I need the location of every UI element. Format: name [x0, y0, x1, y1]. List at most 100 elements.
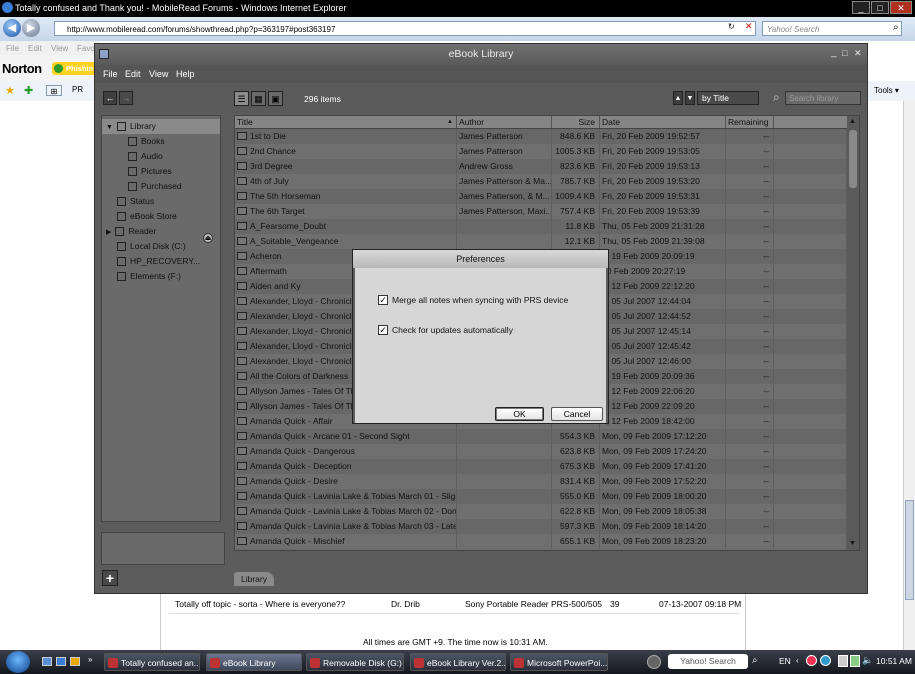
- cancel-button[interactable]: Cancel: [551, 407, 603, 421]
- ie-menu-file[interactable]: File: [6, 44, 19, 53]
- quick-launch-more-icon[interactable]: »: [88, 655, 92, 664]
- sort-select[interactable]: by Title: [697, 91, 759, 105]
- sidebar-item[interactable]: ▼ Library: [102, 119, 220, 134]
- taskbar-button[interactable]: Removable Disk (G:): [306, 653, 404, 671]
- library-maximize-button[interactable]: □: [842, 48, 847, 58]
- thread-author[interactable]: Dr. Drib: [391, 599, 420, 609]
- sidebar-item[interactable]: HP_RECOVERY...: [102, 254, 220, 269]
- table-row[interactable]: Amanda Quick - Mischief 655.1 KB Mon, 09 F…: [235, 534, 847, 549]
- forward-icon[interactable]: ▶: [22, 19, 40, 37]
- column-header-date[interactable]: Date: [600, 116, 726, 128]
- table-row[interactable]: 1st to Die James Patterson 848.6 KB Fri, 20…: [235, 129, 847, 144]
- sidebar-item[interactable]: Local Disk (C:): [102, 239, 220, 254]
- table-row[interactable]: Amanda Quick - Lavinia Lake & Tobias Mar…: [235, 489, 847, 504]
- sidebar-item[interactable]: Books: [102, 134, 220, 149]
- taskbar-button[interactable]: Totally confused an...: [104, 653, 200, 671]
- add-favorite-icon[interactable]: ✚: [24, 84, 33, 97]
- tray-security-icon[interactable]: [806, 655, 817, 666]
- check-updates-checkbox[interactable]: ✓: [378, 325, 388, 335]
- table-row[interactable]: The 5th Horseman James Patterson, & M... 1…: [235, 189, 847, 204]
- tab-library[interactable]: Library: [234, 572, 274, 586]
- close-button[interactable]: ✕: [890, 1, 912, 14]
- sidebar-item[interactable]: Status: [102, 194, 220, 209]
- library-close-button[interactable]: ✕: [854, 48, 862, 59]
- url-field[interactable]: http://www.mobileread.com/forums/showthr…: [54, 21, 756, 36]
- sidebar-item[interactable]: Pictures: [102, 164, 220, 179]
- thread-forum[interactable]: Sony Portable Reader PRS-500/505: [465, 599, 602, 609]
- ie-menu-view[interactable]: View: [51, 44, 68, 53]
- column-header-size[interactable]: Size: [552, 116, 600, 128]
- sidebar-item[interactable]: eBook Store: [102, 209, 220, 224]
- table-row[interactable]: 3rd Degree Andrew Gross 823.6 KB Fri, 20 Fe…: [235, 159, 847, 174]
- ie-page-scrollbar[interactable]: [903, 101, 915, 650]
- tray-expand-icon[interactable]: ‹: [796, 656, 799, 665]
- table-row[interactable]: Amanda Quick - Lavinia Lake & Tobias Mar…: [235, 519, 847, 534]
- ie-scroll-thumb[interactable]: [905, 500, 914, 600]
- grid-view-icon[interactable]: ▦: [251, 91, 266, 106]
- table-scroll-thumb[interactable]: [849, 130, 857, 188]
- table-scrollbar[interactable]: ▲ ▼: [847, 116, 859, 550]
- tabs-grid-icon[interactable]: ⊞: [46, 85, 62, 96]
- library-minimize-button[interactable]: _: [831, 47, 837, 58]
- phishing-badge[interactable]: Phishin: [52, 62, 98, 75]
- cover-view-icon[interactable]: ▣: [268, 91, 283, 106]
- tray-network-icon[interactable]: [838, 655, 848, 667]
- forward-arrow-icon[interactable]: →: [119, 91, 133, 105]
- ok-button[interactable]: OK: [495, 407, 544, 421]
- taskbar-button[interactable]: eBook Library Ver.2....: [410, 653, 506, 671]
- table-row[interactable]: Totally off topic - sorta - Where is eve…: [169, 597, 741, 614]
- taskbar-button[interactable]: eBook Library: [206, 653, 302, 671]
- expand-right-icon[interactable]: ▶: [106, 229, 111, 236]
- web-search-icon[interactable]: ⌕: [893, 22, 899, 33]
- library-search-input[interactable]: Search library: [785, 91, 861, 105]
- ie-menu-favorites[interactable]: Favo: [77, 44, 95, 53]
- list-view-icon[interactable]: ☰: [234, 91, 249, 106]
- table-row[interactable]: 2nd Chance James Patterson 1005.3 KB Fri, 2…: [235, 144, 847, 159]
- table-row[interactable]: The 6th Target James Patterson, Maxi... 75…: [235, 204, 847, 219]
- sidebar-item[interactable]: Audio: [102, 149, 220, 164]
- favorites-star-icon[interactable]: ★: [5, 84, 15, 97]
- thread-title[interactable]: Totally off topic - sorta - Where is eve…: [175, 599, 345, 609]
- library-menu-view[interactable]: View: [149, 69, 168, 79]
- language-indicator[interactable]: EN: [779, 656, 791, 666]
- tray-sync-icon[interactable]: [820, 655, 831, 666]
- hp-icon[interactable]: [647, 655, 661, 669]
- taskbar-search-icon[interactable]: ⌕: [752, 655, 758, 666]
- scroll-up-icon[interactable]: ▲: [849, 118, 856, 125]
- table-row[interactable]: A_Fearsome_Doubt 11.8 KB Thu, 05 Feb 2009 …: [235, 219, 847, 234]
- column-header-remaining[interactable]: Remaining: [726, 116, 774, 128]
- add-collection-button[interactable]: +: [102, 570, 118, 586]
- taskbar-search-input[interactable]: Yahoo! Search: [668, 654, 748, 669]
- eject-icon[interactable]: ⏏: [203, 233, 213, 243]
- refresh-icon[interactable]: ↻: [728, 22, 735, 31]
- table-row[interactable]: Amanda Quick - Lavinia Lake & Tobias Mar…: [235, 504, 847, 519]
- favorite-link[interactable]: PR: [72, 85, 83, 94]
- sort-down-icon[interactable]: ▼: [685, 91, 695, 105]
- minimize-button[interactable]: _: [852, 1, 870, 14]
- back-arrow-icon[interactable]: ←: [103, 91, 117, 105]
- library-menu-help[interactable]: Help: [176, 69, 195, 79]
- sort-up-icon[interactable]: ▲: [673, 91, 683, 105]
- scroll-down-icon[interactable]: ▼: [849, 540, 856, 547]
- table-row[interactable]: A_Suitable_Vengeance 12.1 KB Thu, 05 Feb 2…: [235, 234, 847, 249]
- tray-battery-icon[interactable]: [850, 655, 860, 667]
- column-header-title[interactable]: Title ▲: [235, 116, 457, 128]
- library-menu-edit[interactable]: Edit: [125, 69, 141, 79]
- start-button[interactable]: [6, 651, 30, 673]
- table-row[interactable]: 4th of July James Patterson & Ma... 785.7 …: [235, 174, 847, 189]
- table-row[interactable]: Amanda Quick - Deception 675.3 KB Mon, 09 …: [235, 459, 847, 474]
- table-row[interactable]: Amanda Quick - Arcane 01 - Second Sight 5…: [235, 429, 847, 444]
- back-icon[interactable]: ◀: [3, 19, 21, 37]
- library-menu-file[interactable]: File: [103, 69, 118, 79]
- quick-launch-folder-icon[interactable]: [70, 657, 80, 666]
- sidebar-item[interactable]: Elements (F:): [102, 269, 220, 284]
- merge-notes-checkbox[interactable]: ✓: [378, 295, 388, 305]
- taskbar-button[interactable]: Microsoft PowerPoi...: [510, 653, 608, 671]
- sidebar-item[interactable]: Purchased: [102, 179, 220, 194]
- ie-menu-edit[interactable]: Edit: [28, 44, 42, 53]
- quick-launch-ie-icon[interactable]: [56, 657, 66, 666]
- tray-volume-icon[interactable]: 🔈: [862, 655, 873, 666]
- tools-menu[interactable]: Tools ▾: [874, 86, 899, 95]
- table-row[interactable]: Amanda Quick - Dangerous 623.8 KB Mon, 09 …: [235, 444, 847, 459]
- expand-down-icon[interactable]: ▼: [106, 124, 113, 131]
